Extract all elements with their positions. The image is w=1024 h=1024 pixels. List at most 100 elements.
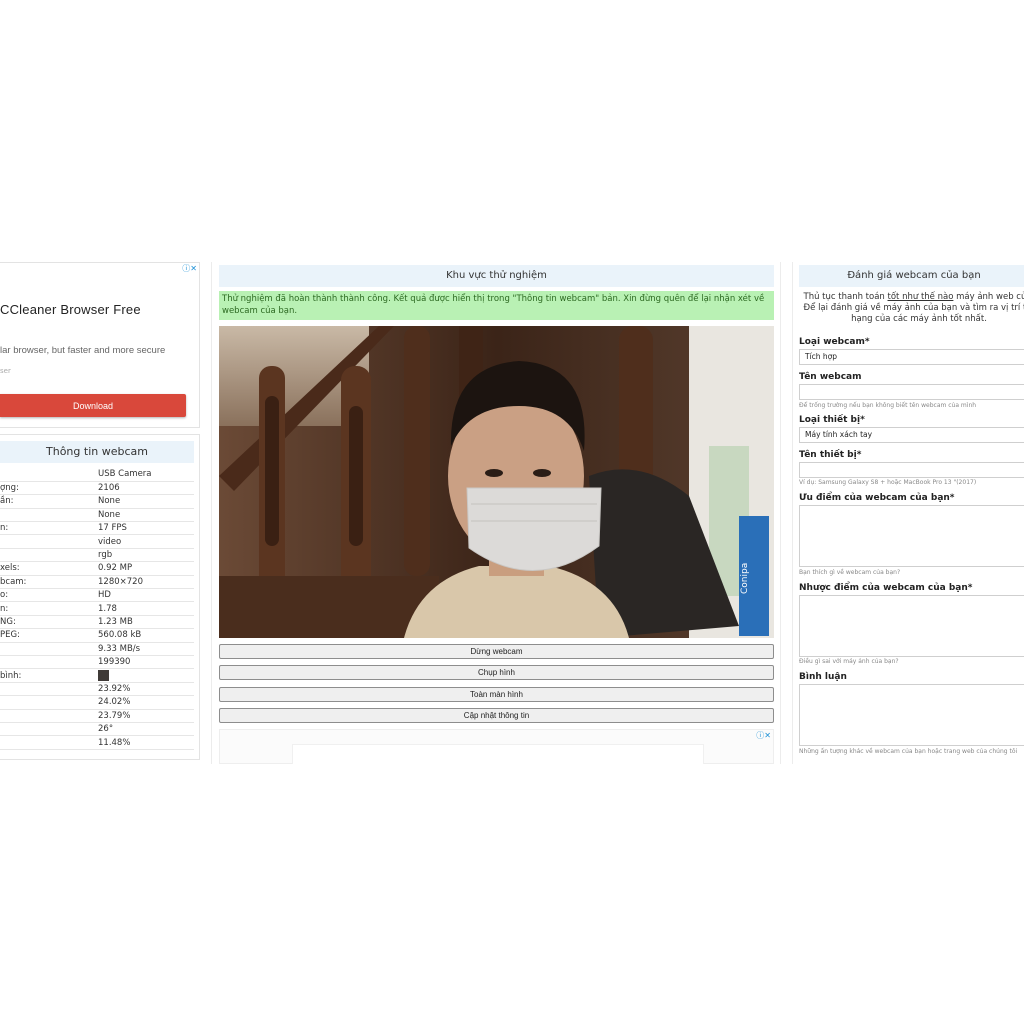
info-value: 1.78 [97,601,194,616]
ad-banner-bottom[interactable]: ⓘ✕ [219,729,774,764]
info-value: USB Camera [97,468,194,482]
info-value: 1280×720 [97,575,194,590]
comment-label: Bình luận [799,672,847,682]
device-type-select[interactable]: Máy tính xách tay [799,427,1024,443]
info-value: 0.92 MP [97,561,194,576]
review-intro-link[interactable]: tốt như thế nào [888,292,954,302]
device-name-hint: Ví dụ: Samsung Galaxy S8 + hoặc MacBook … [799,479,977,486]
update-info-button[interactable]: Cập nhật thông tin [219,708,774,723]
info-key [0,468,97,482]
success-message: Thử nghiệm đã hoàn thành thành công. Kết… [219,291,774,320]
cons-hint: Điều gì sai với máy ảnh của bạn? [799,658,899,665]
info-row: o: HD [0,588,194,603]
test-area-title: Khu vực thử nghiệm [219,265,774,287]
info-row: NG: 1.23 MB [0,615,194,630]
pros-textarea[interactable] [799,505,1024,567]
webcam-type-label: Loại webcam* [799,337,870,347]
info-value: HD [97,588,194,603]
ad-content[interactable] [292,744,704,764]
info-key [0,534,97,549]
info-key [0,655,97,670]
webcam-type-select[interactable]: Tích hợp [799,349,1024,365]
webcam-frame-illustration: Conipa [219,326,774,638]
fullscreen-button[interactable]: Toàn màn hình [219,687,774,702]
capture-photo-button[interactable]: Chụp hình [219,665,774,680]
info-value: 9.33 MB/s [97,642,194,656]
comment-textarea[interactable] [799,684,1024,746]
webcam-name-hint: Để trống trường nếu bạn không biết tên w… [799,402,977,409]
info-value: 17 FPS [97,521,194,536]
info-value: 23.92% [97,682,194,697]
info-row: 11.48% [0,735,194,750]
adchoices-icon[interactable]: ⓘ✕ [182,263,197,274]
info-row: 26° [0,722,194,737]
info-row: None [0,508,194,523]
pros-hint: Bạn thích gì về webcam của bạn? [799,569,901,576]
column-divider [780,262,781,764]
info-row: n: 1.78 [0,601,194,616]
info-value: 24.02% [97,695,194,710]
info-row: 23.92% [0,682,194,697]
adchoices-icon[interactable]: ⓘ✕ [756,730,771,741]
info-key: o: [0,588,97,603]
info-key [0,722,97,737]
info-row: bình: [0,668,194,683]
device-name-label: Tên thiết bị* [799,450,862,460]
pros-label: Ưu điểm của webcam của bạn* [799,493,955,503]
info-row: xels: 0.92 MP [0,561,194,576]
review-intro-text: Thủ tục thanh toán [803,292,888,302]
info-key [0,695,97,710]
info-key: ợng: [0,481,97,496]
ad-banner[interactable]: ⓘ✕ CCleaner Browser Free lar browser, bu… [0,262,200,428]
comment-hint: Những ấn tượng khác về webcam của bạn ho… [799,748,1018,755]
webcam-info-table: USB Camera ợng: 2106 ần: None None n: 17 FPS vid… [0,468,194,750]
info-key [0,682,97,697]
webcam-name-input[interactable] [799,384,1024,400]
info-row: USB Camera [0,468,194,482]
info-value [97,668,194,683]
info-row: PEG: 560.08 kB [0,628,194,643]
review-intro: Thủ tục thanh toán tốt như thế nào máy ả… [799,292,1024,325]
info-value: 199390 [97,655,194,670]
info-key [0,548,97,563]
ad-small-text: ser [0,367,11,375]
info-row: ợng: 2106 [0,481,194,496]
info-key [0,642,97,656]
device-name-input[interactable] [799,462,1024,478]
review-title: Đánh giá webcam của bạn [799,265,1024,287]
device-type-label: Loại thiết bị* [799,415,865,425]
info-key: ần: [0,494,97,509]
ad-title[interactable]: CCleaner Browser Free [0,302,141,317]
ad-text: lar browser, but faster and more secure [0,345,166,356]
webcam-name-label: Tên webcam [799,372,862,382]
stop-webcam-button[interactable]: Dừng webcam [219,644,774,659]
info-row: video [0,534,194,549]
box-brand-label: Conipa [740,563,750,594]
info-key: n: [0,521,97,536]
info-key [0,735,97,750]
cons-label: Nhược điểm của webcam của bạn* [799,583,973,593]
webcam-info-panel: Thông tin webcam USB Camera ợng: 2106 ần: No… [0,434,200,760]
info-value: 26° [97,722,194,737]
info-row: n: 17 FPS [0,521,194,536]
info-value: 1.23 MB [97,615,194,630]
info-row: rgb [0,548,194,563]
webcam-info-title: Thông tin webcam [0,441,194,463]
info-value: 11.48% [97,735,194,750]
info-key [0,508,97,523]
info-row: 23.79% [0,709,194,723]
screenshot-viewport: ⓘ✕ CCleaner Browser Free lar browser, bu… [0,262,1024,764]
info-row: ần: None [0,494,194,509]
info-key: PEG: [0,628,97,643]
cons-textarea[interactable] [799,595,1024,657]
webcam-video[interactable]: Conipa [219,326,774,638]
info-row: bcam: 1280×720 [0,575,194,590]
column-divider [792,262,793,764]
info-row: 24.02% [0,695,194,710]
info-key: xels: [0,561,97,576]
ad-download-button[interactable]: Download [0,394,186,417]
info-value: None [97,508,194,523]
info-value: None [97,494,194,509]
info-row: 199390 [0,655,194,670]
info-value: 560.08 kB [97,628,194,643]
